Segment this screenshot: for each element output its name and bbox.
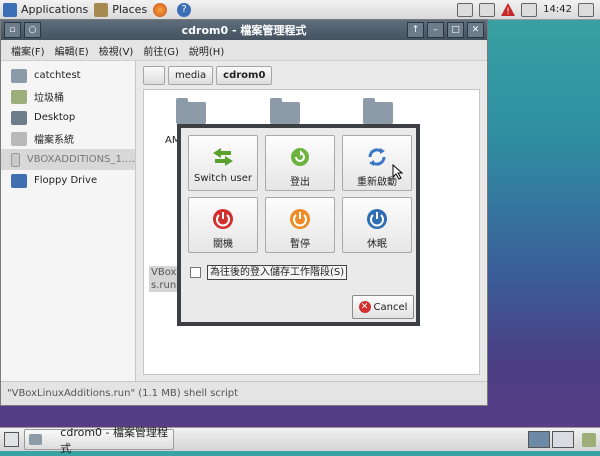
- shade-button[interactable]: ↑: [407, 22, 424, 38]
- path-bar: media cdrom0: [143, 66, 273, 85]
- sidebar-item-label: 檔案系統: [34, 135, 74, 146]
- workspace-2[interactable]: [552, 431, 574, 448]
- desktop-icon: [11, 110, 27, 125]
- sidebar: catchtest 垃圾桶 Desktop 檔案系統 VBOXADDITIONS…: [1, 61, 136, 381]
- save-session-checkbox[interactable]: [190, 267, 201, 278]
- cancel-button[interactable]: ✕ Cancel: [352, 295, 414, 319]
- path-button-media[interactable]: media: [168, 66, 214, 85]
- logout-icon: [291, 148, 309, 166]
- sidebar-item-label: Desktop: [34, 112, 76, 123]
- help-icon: ?: [177, 2, 192, 17]
- sidebar-item-label: Floppy Drive: [34, 175, 98, 186]
- applications-label: Applications: [21, 3, 89, 16]
- system-icon[interactable]: [578, 2, 594, 17]
- folder-icon[interactable]: [176, 98, 206, 124]
- save-session-row: 為往後的登入儲存工作階段(S): [190, 265, 348, 280]
- task-button-label: cdrom0 - 檔案管理程式: [60, 425, 169, 455]
- top-panel: Applications Places ? ! 14:42: [0, 0, 600, 20]
- status-bar: "VBoxLinuxAdditions.run" (1.1 MB) shell …: [1, 381, 487, 405]
- menubar: 檔案(F) 編輯(E) 檢視(V) 前往(G) 說明(H): [1, 40, 487, 61]
- folder-icon: [29, 434, 43, 445]
- restart-label: 重新啟動: [357, 177, 397, 188]
- firefox-icon: [153, 2, 168, 17]
- cancel-icon: ✕: [358, 301, 371, 313]
- places-label: Places: [112, 3, 148, 16]
- sidebar-item-label: VBOXADDITIONS_1.…: [26, 154, 135, 165]
- home-folder-icon: [11, 68, 27, 83]
- task-button-file-manager[interactable]: cdrom0 - 檔案管理程式: [24, 426, 174, 455]
- screen-icon[interactable]: [457, 2, 474, 17]
- network-icon[interactable]: [479, 2, 496, 17]
- restart-button[interactable]: 重新啟動: [342, 135, 412, 191]
- save-session-label[interactable]: 為往後的登入儲存工作階段(S): [207, 265, 348, 280]
- switch-user-label: Switch user: [193, 173, 253, 184]
- clock[interactable]: 14:42: [543, 4, 572, 15]
- minimize-button[interactable]: –: [427, 22, 444, 38]
- help-launcher[interactable]: ?: [174, 0, 198, 19]
- floppy-icon: [11, 173, 27, 188]
- workspace-1[interactable]: [528, 431, 550, 448]
- logout-button[interactable]: 登出: [265, 135, 335, 191]
- shutdown-button[interactable]: 關機: [188, 197, 258, 253]
- drive-icon: [11, 131, 27, 146]
- sidebar-item-floppy[interactable]: Floppy Drive: [1, 170, 135, 191]
- folder-icon[interactable]: [270, 98, 300, 124]
- close-button[interactable]: ✕: [467, 22, 484, 38]
- logout-label: 登出: [290, 177, 310, 188]
- sidebar-item-label: 垃圾桶: [34, 93, 64, 104]
- window-titlebar[interactable]: ▫ ○ cdrom0 - 檔案管理程式 ↑ – □ ✕: [1, 20, 487, 40]
- places-icon: [94, 2, 109, 17]
- maximize-button[interactable]: □: [447, 22, 464, 38]
- hibernate-button[interactable]: 休眠: [342, 197, 412, 253]
- optical-drive-icon: [11, 152, 20, 167]
- browser-launcher[interactable]: [150, 0, 174, 19]
- applications-menu[interactable]: Applications: [0, 0, 91, 19]
- cancel-label: Cancel: [373, 301, 408, 313]
- logout-dialog: Switch user 登出 重新啟動 關機 暫停 休眠 為往後的登入儲存工作階…: [177, 124, 420, 326]
- applications-icon: [3, 2, 17, 17]
- sidebar-item-trash[interactable]: 垃圾桶: [1, 86, 135, 107]
- sidebar-item-desktop[interactable]: Desktop: [1, 107, 135, 128]
- suspend-icon: [290, 209, 310, 229]
- trash-icon: [11, 89, 27, 104]
- warning-icon[interactable]: !: [501, 3, 516, 16]
- switch-user-icon: [213, 148, 233, 166]
- sidebar-item-vboxadditions[interactable]: VBOXADDITIONS_1.…: [1, 149, 135, 170]
- menu-view[interactable]: 檢視(V): [99, 43, 134, 58]
- menu-go[interactable]: 前往(G): [143, 43, 179, 58]
- svg-text:!: !: [506, 7, 510, 16]
- trash-applet-icon[interactable]: [582, 432, 596, 447]
- bottom-taskbar: cdrom0 - 檔案管理程式: [0, 426, 600, 455]
- selected-file-label-line2: s.run: [151, 280, 177, 291]
- hibernate-icon: [367, 209, 387, 229]
- suspend-button[interactable]: 暫停: [265, 197, 335, 253]
- folder-icon[interactable]: [363, 98, 393, 124]
- path-button-cdrom0[interactable]: cdrom0: [216, 66, 273, 85]
- shutdown-label: 關機: [213, 239, 233, 250]
- sidebar-item-filesystem[interactable]: 檔案系統: [1, 128, 135, 149]
- show-desktop-icon[interactable]: [4, 432, 19, 447]
- hibernate-label: 休眠: [367, 239, 387, 250]
- sidebar-item-label: catchtest: [34, 70, 81, 81]
- sidebar-item-catchtest[interactable]: catchtest: [1, 65, 135, 86]
- menu-help[interactable]: 說明(H): [189, 43, 224, 58]
- mouse-cursor-icon: [392, 164, 404, 180]
- volume-icon[interactable]: [521, 2, 538, 17]
- path-root-button[interactable]: [143, 66, 165, 85]
- menu-file[interactable]: 檔案(F): [11, 43, 45, 58]
- switch-user-button[interactable]: Switch user: [188, 135, 258, 191]
- places-menu[interactable]: Places: [91, 0, 150, 19]
- restart-icon: [368, 148, 386, 166]
- shutdown-icon: [213, 209, 233, 229]
- menu-edit[interactable]: 編輯(E): [55, 43, 89, 58]
- suspend-label: 暫停: [290, 239, 310, 250]
